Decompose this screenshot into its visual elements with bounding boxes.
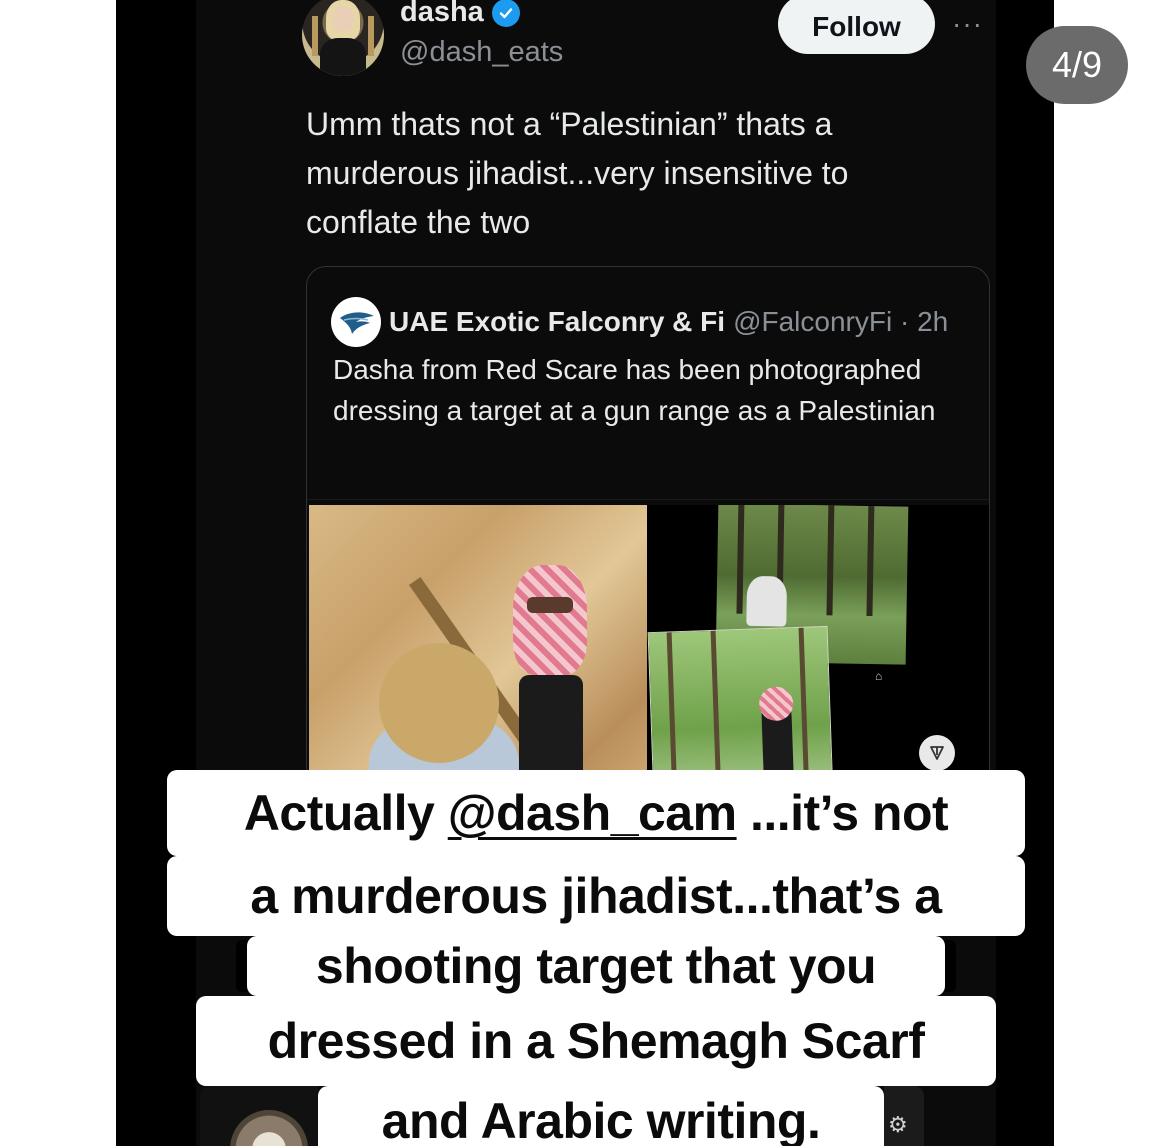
quote-divider — [307, 499, 989, 500]
share-icon[interactable] — [919, 735, 955, 771]
tweet-text: Umm thats not a “Palestinian” thats a mu… — [306, 106, 849, 240]
photo-target-face — [527, 597, 573, 613]
user-avatar[interactable] — [302, 0, 384, 76]
falcon-logo-icon[interactable] — [331, 297, 381, 347]
photo-person-hair — [379, 643, 499, 763]
photo-target-head-scarf — [513, 565, 587, 675]
photo-shooter — [746, 575, 788, 627]
avatar-face — [332, 6, 354, 32]
photo-forest-target — [647, 625, 835, 825]
tweet-screenshot: dasha @dash_eats Follow ··· Umm thats no… — [116, 0, 1054, 1146]
user-display-name-row[interactable]: dasha — [400, 0, 520, 29]
tweet-panel: dasha @dash_eats Follow ··· Umm thats no… — [196, 0, 996, 1146]
bookmark-icon: ⌂ — [875, 669, 883, 683]
quoted-tweet-header: UAE Exotic Falconry & Fi @FalconryFi · 2… — [331, 297, 948, 347]
photo-tree-trunk — [666, 632, 679, 825]
photo-tree-trunk — [866, 505, 875, 617]
user-handle[interactable]: @dash_eats — [400, 36, 563, 69]
user-display-name[interactable]: dasha — [400, 0, 484, 29]
media-photo-target-dressing[interactable] — [309, 505, 647, 825]
photo-tree-trunk — [798, 627, 811, 825]
quoted-handle-time: @FalconryFi · 2h — [733, 306, 949, 337]
photo-target-body — [519, 675, 583, 825]
more-options-icon[interactable]: ··· — [952, 8, 983, 40]
avatar-candle-right — [368, 16, 374, 56]
quoted-tweet-text: Dasha from Red Scare has been photograph… — [333, 354, 936, 426]
media-photo-collage[interactable]: ⌂ — [647, 505, 989, 825]
avatar-candle-left — [312, 16, 318, 56]
photo-tree-trunk — [826, 505, 835, 616]
story-page-counter: 4/9 — [1026, 26, 1128, 104]
photo-tree-trunk — [710, 630, 723, 825]
photo-tree-trunk — [736, 505, 745, 614]
avatar-body — [320, 38, 366, 76]
verified-badge-icon — [491, 0, 520, 27]
quoted-tweet-card[interactable]: UAE Exotic Falconry & Fi @FalconryFi · 2… — [306, 266, 990, 826]
quoted-display-name[interactable]: UAE Exotic Falconry & Fi — [389, 306, 725, 338]
follow-button[interactable]: Follow — [778, 0, 935, 54]
